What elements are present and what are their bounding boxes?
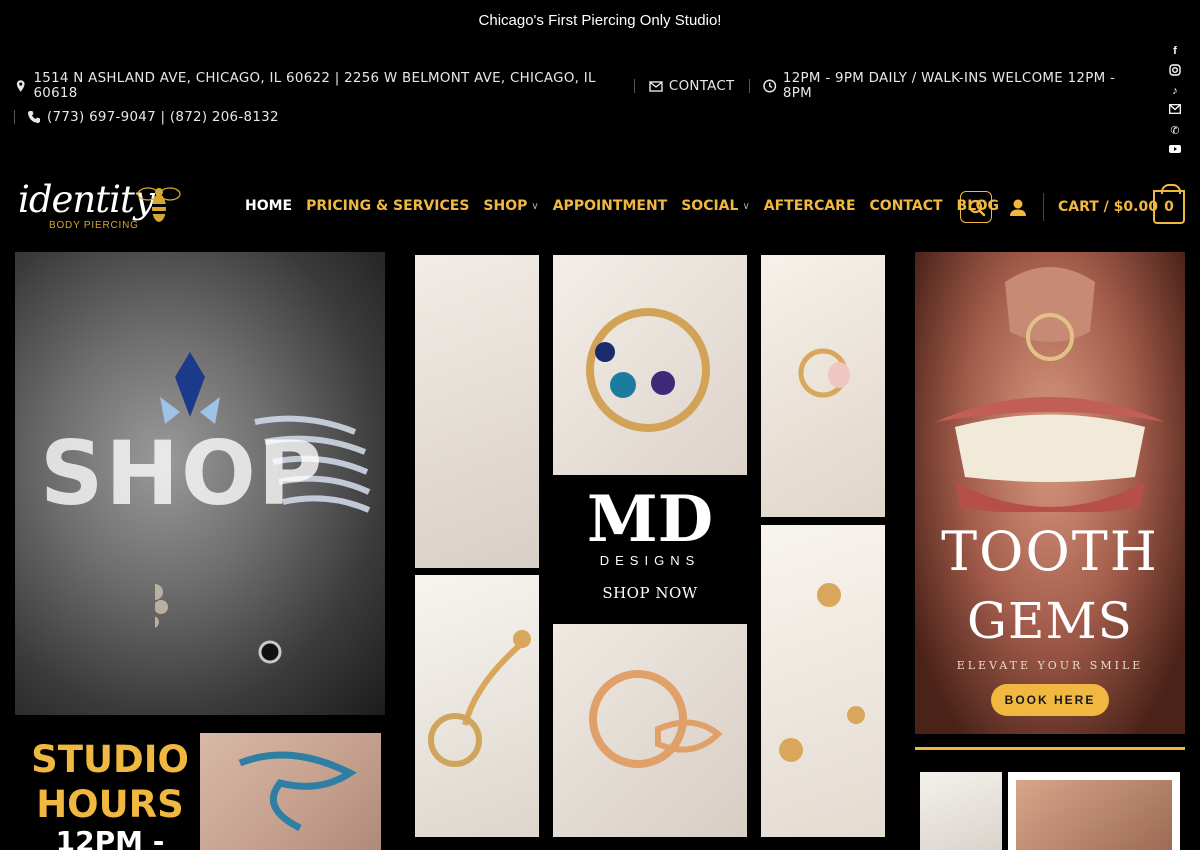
md-designs-logo: MD DESIGNS SHOP NOW xyxy=(540,485,760,610)
nav-aftercare[interactable]: AFTERCARE xyxy=(764,198,856,214)
tattoo-photo xyxy=(200,733,381,850)
nav-appointment-label: APPOINTMENT xyxy=(552,198,668,214)
product-photo-clicker xyxy=(761,255,885,517)
chevron-down-icon: ∨ xyxy=(742,200,750,212)
nav-shop[interactable]: SHOP ∨ xyxy=(483,198,538,214)
map-pin-icon xyxy=(16,80,25,92)
phone-text: (773) 697-9047 | (872) 206-8132 xyxy=(47,109,279,125)
email-icon[interactable] xyxy=(1169,104,1181,118)
ear-photo-right xyxy=(1008,772,1180,850)
hours-text: 12PM - 9PM DAILY / WALK-INS WELCOME 12PM… xyxy=(782,71,1116,101)
nav-aftercare-label: AFTERCARE xyxy=(763,198,856,214)
phone-icon xyxy=(28,111,40,123)
contact-link[interactable]: CONTACT xyxy=(649,79,735,94)
cart-count-badge[interactable]: 0 xyxy=(1153,184,1185,224)
nav-pricing-label: PRICING & SERVICES xyxy=(306,198,470,214)
ear-gallery-banner[interactable] xyxy=(915,765,1185,850)
nav-appointment[interactable]: APPOINTMENT xyxy=(553,198,668,214)
hours-heading-line2: HOURS xyxy=(36,783,184,826)
shop-banner-title: SHOP xyxy=(40,422,325,525)
search-icon xyxy=(968,199,986,217)
user-icon xyxy=(1010,199,1026,216)
gold-divider xyxy=(915,747,1185,750)
divider xyxy=(633,79,635,93)
instagram-icon[interactable] xyxy=(1169,64,1181,78)
product-photo-ring-gems xyxy=(553,255,747,475)
nav-home[interactable]: HOME xyxy=(245,198,292,214)
smile-photo xyxy=(935,267,1165,512)
facebook-icon[interactable]: f xyxy=(1169,44,1181,58)
envelope-icon xyxy=(649,81,663,92)
gems-tagline: ELEVATE YOUR SMILE xyxy=(956,659,1144,672)
md-logo-letters: MD xyxy=(586,482,714,557)
md-designs-banner[interactable]: MD DESIGNS SHOP NOW xyxy=(415,255,885,837)
info-bar: 1514 N ASHLAND AVE, CHICAGO, IL 60622 | … xyxy=(14,71,1134,127)
social-icons: f ♪ ✆ xyxy=(1168,44,1182,158)
book-here-button[interactable]: BOOK HERE xyxy=(991,684,1109,716)
announcement-bar: Chicago's First Piercing Only Studio! xyxy=(0,0,1200,40)
youtube-icon[interactable] xyxy=(1169,144,1181,158)
hours-heading-line1: STUDIO xyxy=(31,738,189,781)
md-logo-designs: DESIGNS xyxy=(599,553,701,568)
gems-heading-line2: GEMS xyxy=(967,592,1133,650)
product-photo-navel xyxy=(415,575,539,837)
chevron-down-icon: ∨ xyxy=(531,200,539,212)
search-button[interactable] xyxy=(960,191,992,223)
nav-contact[interactable]: CONTACT xyxy=(870,198,943,214)
nav-social[interactable]: SOCIAL ∨ xyxy=(681,198,750,214)
account-button[interactable] xyxy=(1007,197,1029,219)
product-photo-ring-marquise xyxy=(553,624,747,837)
hours-value: 12PM - 9PM xyxy=(55,825,165,850)
cart-link[interactable]: CART / $0.00 xyxy=(1058,199,1158,215)
nav-home-label: HOME xyxy=(245,198,293,214)
product-photo-ear xyxy=(415,255,539,568)
tiktok-icon[interactable]: ♪ xyxy=(1169,84,1181,98)
nav-contact-label: CONTACT xyxy=(869,198,943,214)
tooth-gems-banner[interactable]: TOOTH GEMS ELEVATE YOUR SMILE BOOK HERE xyxy=(915,252,1185,734)
phone-link[interactable]: (773) 697-9047 | (872) 206-8132 xyxy=(27,110,279,125)
divider xyxy=(14,110,15,124)
phone-icon[interactable]: ✆ xyxy=(1169,124,1181,138)
address-link[interactable]: 1514 N ASHLAND AVE, CHICAGO, IL 60622 | … xyxy=(14,71,620,101)
site-logo[interactable]: identity BODY PIERCING xyxy=(16,174,186,242)
shop-banner[interactable]: SHOP xyxy=(15,252,385,715)
logo-subtitle: BODY PIERCING xyxy=(49,220,139,231)
divider xyxy=(1043,193,1044,221)
nav-shop-label: SHOP xyxy=(483,198,528,214)
hours-info: 12PM - 9PM DAILY / WALK-INS WELCOME 12PM… xyxy=(763,71,1134,101)
bee-logo-icon xyxy=(137,187,181,222)
studio-hours-banner[interactable]: STUDIO HOURS 12PM - 9PM xyxy=(15,733,385,850)
announcement-text: Chicago's First Piercing Only Studio! xyxy=(478,12,722,29)
nav-pricing-services[interactable]: PRICING & SERVICES xyxy=(306,198,469,214)
main-nav: HOME PRICING & SERVICES SHOP ∨ APPOINTMEN… xyxy=(245,198,999,214)
divider xyxy=(748,79,750,93)
hours-heading: STUDIO HOURS xyxy=(25,737,195,827)
address-text: 1514 N ASHLAND AVE, CHICAGO, IL 60622 | … xyxy=(33,71,596,101)
clock-icon xyxy=(763,79,777,93)
contact-text: CONTACT xyxy=(668,78,735,94)
nav-social-label: SOCIAL xyxy=(681,198,739,214)
product-photo-ear-charms xyxy=(761,525,885,837)
md-shop-now-link[interactable]: SHOP NOW xyxy=(540,584,760,602)
ear-photo-left xyxy=(920,772,1002,850)
gems-heading-line1: TOOTH xyxy=(941,520,1159,583)
